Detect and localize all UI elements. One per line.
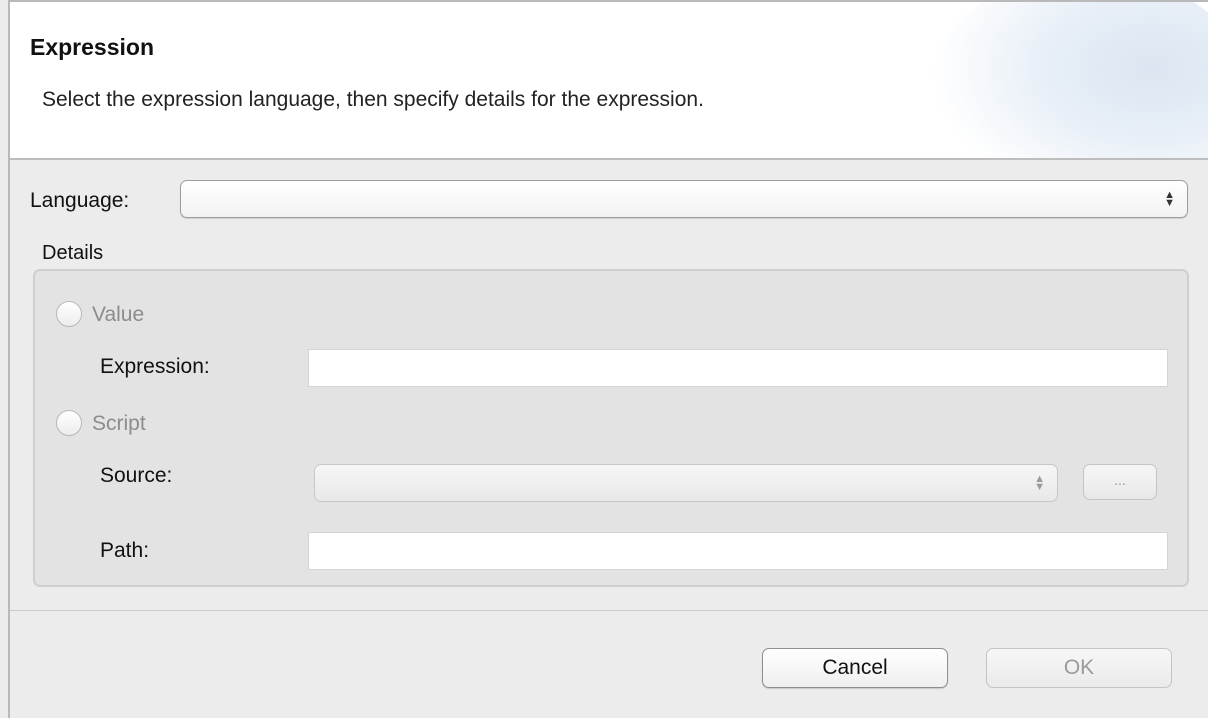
header-decoration [928, 2, 1208, 158]
select-arrows-icon: ▲ ▼ [1034, 473, 1045, 493]
script-radio-label[interactable]: Script [92, 412, 146, 436]
footer-divider [10, 610, 1208, 611]
expression-label: Expression: [100, 355, 210, 378]
value-radio-label[interactable]: Value [92, 303, 144, 327]
expression-input[interactable] [308, 349, 1168, 387]
path-label: Path: [100, 539, 150, 562]
source-label: Source: [100, 464, 173, 487]
cancel-button[interactable]: Cancel [762, 648, 948, 688]
browse-source-button[interactable]: ... [1083, 464, 1157, 500]
select-arrows-icon: ▲ ▼ [1164, 189, 1175, 209]
source-select[interactable]: ▲ ▼ [314, 464, 1058, 502]
ok-button[interactable]: OK [986, 648, 1172, 688]
path-input[interactable] [308, 532, 1168, 570]
details-group-label: Details [42, 242, 104, 264]
script-radio[interactable] [56, 410, 82, 436]
language-select[interactable]: ▲ ▼ [180, 180, 1188, 218]
dialog-title: Expression [30, 34, 154, 60]
expression-dialog: Expression Select the expression languag… [8, 0, 1208, 718]
dialog-description: Select the expression language, then spe… [42, 88, 704, 111]
value-radio[interactable] [56, 301, 82, 327]
language-label: Language: [30, 189, 130, 212]
dialog-header: Expression Select the expression languag… [10, 2, 1208, 160]
